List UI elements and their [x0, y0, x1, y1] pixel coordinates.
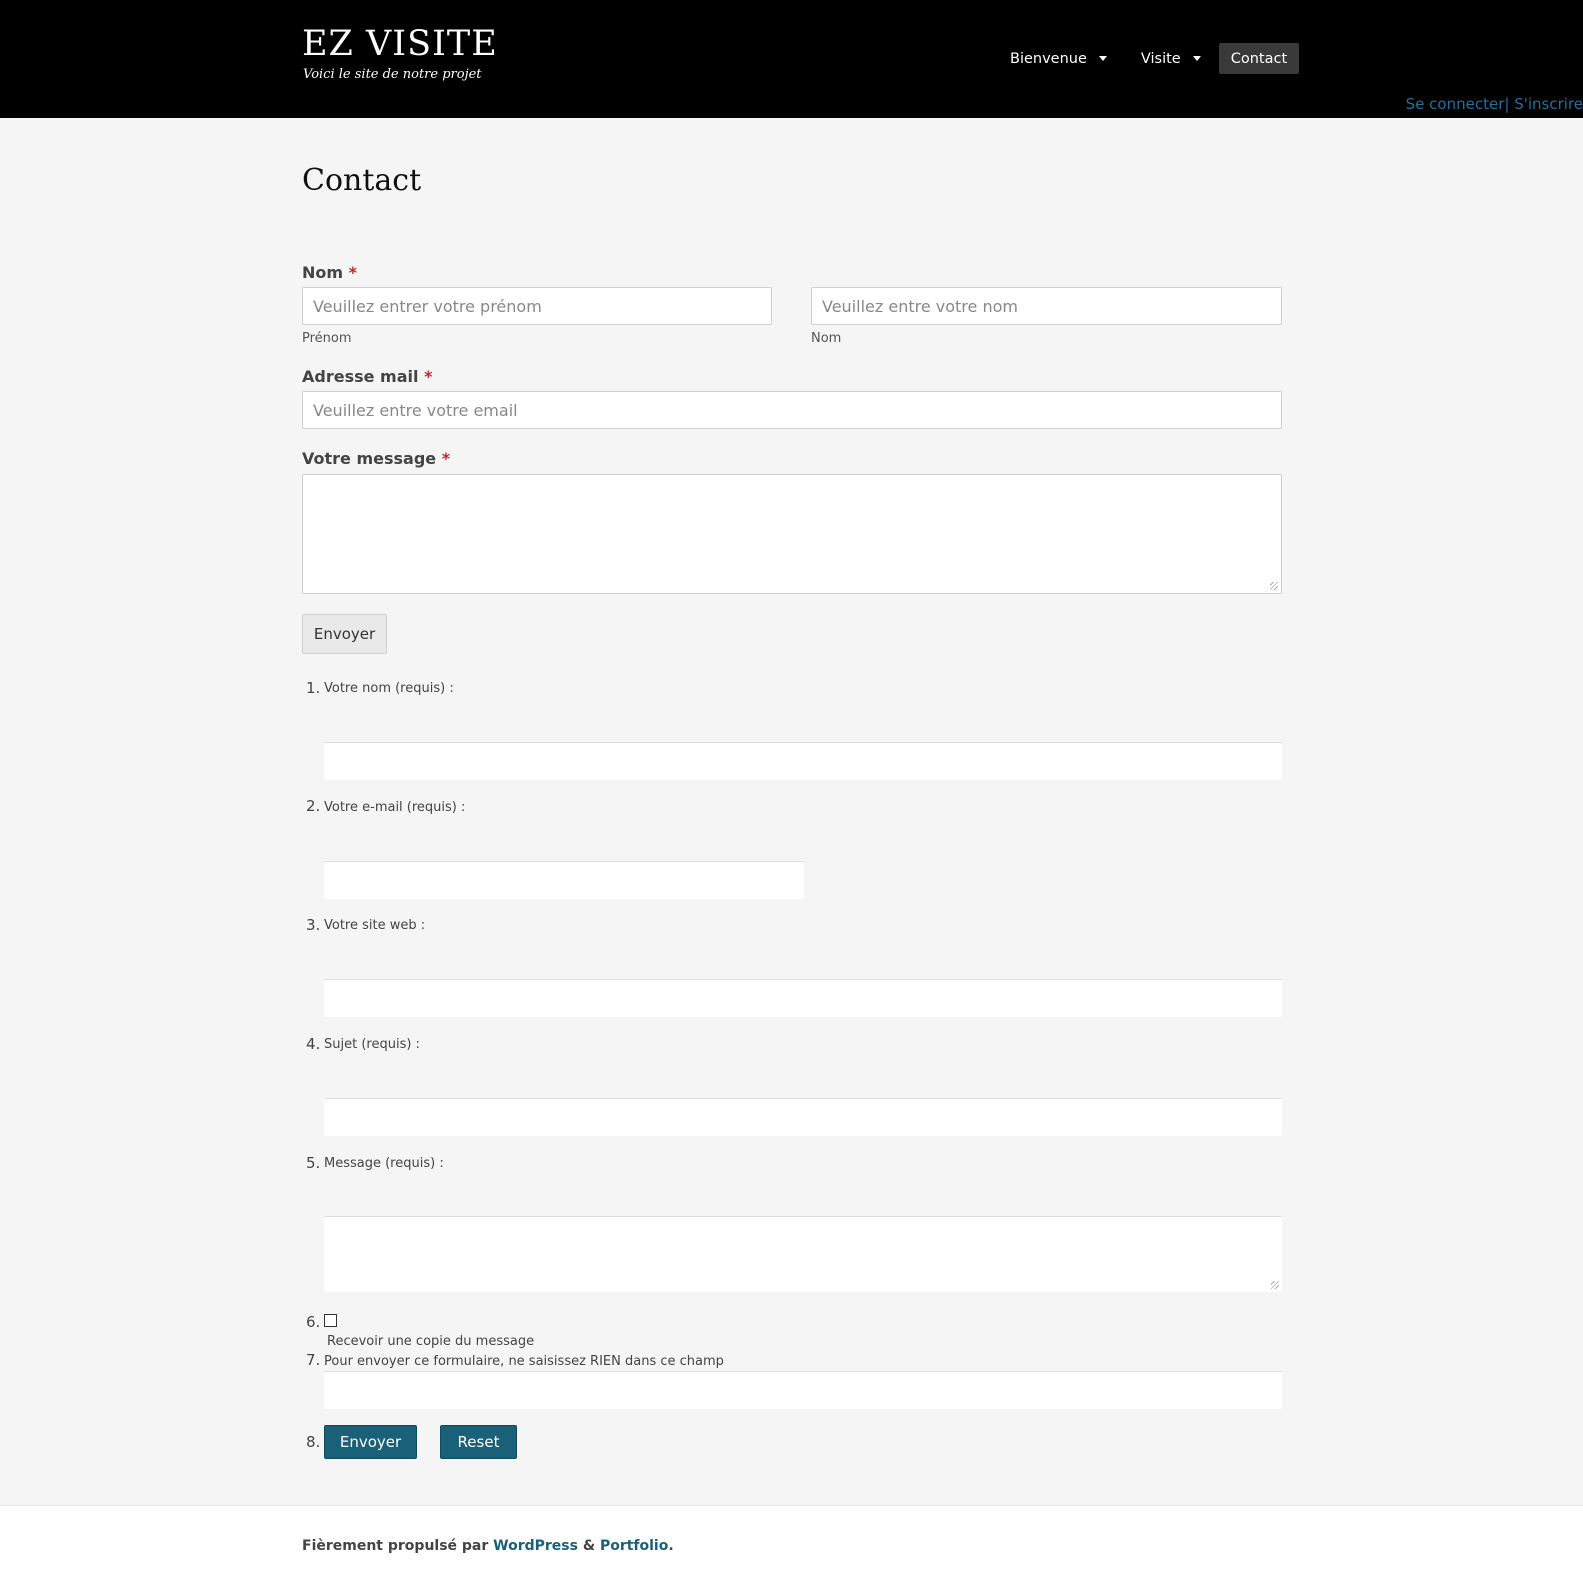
required-mark: *: [441, 449, 451, 468]
register-link[interactable]: S'inscrire: [1514, 95, 1583, 113]
copy-checkbox-label: Recevoir une copie du message: [327, 1334, 535, 1349]
required-mark: *: [348, 263, 358, 282]
send-button[interactable]: Envoyer: [324, 1425, 417, 1459]
site-footer: Fièrement propulsé par WordPress & Portf…: [0, 1505, 1583, 1586]
page-title: Contact: [302, 163, 422, 198]
name-label-text: Nom: [302, 263, 344, 282]
message-label-text: Votre message: [302, 449, 437, 468]
email-field-label: Votre e-mail (requis) :: [324, 800, 466, 815]
footer-amp: &: [577, 1538, 600, 1554]
first-name-sublabel: Prénom: [302, 331, 352, 346]
nav-label: Bienvenue: [1010, 50, 1087, 67]
wordpress-link[interactable]: WordPress: [493, 1538, 578, 1554]
message-field-label: Message (requis) :: [324, 1156, 444, 1171]
honeypot-input[interactable]: [324, 1371, 1282, 1409]
nav-item-visite[interactable]: Visite: [1129, 43, 1213, 74]
name-input[interactable]: [324, 742, 1282, 780]
message-textarea[interactable]: [302, 474, 1282, 594]
message-label: Votre message *: [302, 449, 450, 468]
item-number: 8.: [306, 1433, 321, 1451]
required-mark: *: [424, 367, 433, 386]
last-name-sublabel: Nom: [811, 331, 842, 346]
website-input[interactable]: [324, 979, 1282, 1017]
honeypot-label: Pour envoyer ce formulaire, ne saisissez…: [324, 1354, 724, 1369]
portfolio-link[interactable]: Portfolio: [600, 1538, 668, 1554]
chevron-down-icon: [1192, 56, 1201, 61]
link-separator: |: [1504, 95, 1515, 113]
login-link[interactable]: Se connecter: [1406, 95, 1505, 113]
account-links: Se connecter| S'inscrire: [1406, 95, 1583, 113]
footer-prefix: Fièrement propulsé par: [302, 1538, 494, 1554]
item-number: 1.: [306, 679, 321, 697]
copy-checkbox[interactable]: [324, 1314, 337, 1327]
site-tagline: Voici le site de notre projet: [303, 67, 482, 82]
item-number: 6.: [306, 1313, 321, 1331]
nav-label: Contact: [1230, 50, 1288, 67]
main-nav: Bienvenue Visite Contact: [998, 43, 1300, 74]
email-field[interactable]: [324, 861, 804, 899]
site-title[interactable]: EZ VISITE: [302, 24, 498, 64]
nav-label: Visite: [1140, 50, 1181, 67]
nav-item-bienvenue[interactable]: Bienvenue: [998, 43, 1119, 74]
subject-field-label: Sujet (requis) :: [324, 1037, 420, 1052]
footer-suffix: .: [668, 1538, 674, 1554]
email-placeholder: Veuillez entre votre email: [313, 400, 518, 420]
last-name-input[interactable]: Veuillez entre votre nom: [811, 287, 1282, 325]
email-label: Adresse mail *: [302, 367, 432, 386]
item-number: 3.: [306, 916, 321, 934]
message-field[interactable]: [324, 1216, 1282, 1292]
footer-credit: Fièrement propulsé par WordPress & Portf…: [302, 1538, 674, 1554]
item-number: 7.: [306, 1351, 321, 1369]
email-input[interactable]: Veuillez entre votre email: [302, 391, 1282, 429]
chevron-down-icon: [1098, 56, 1107, 61]
item-number: 5.: [306, 1154, 321, 1172]
first-name-placeholder: Veuillez entrer votre prénom: [313, 296, 542, 316]
submit-button[interactable]: Envoyer: [302, 614, 387, 654]
website-field-label: Votre site web :: [324, 918, 426, 933]
item-number: 2.: [306, 797, 321, 815]
reset-button[interactable]: Reset: [440, 1425, 517, 1459]
first-name-input[interactable]: Veuillez entrer votre prénom: [302, 287, 772, 325]
email-label-text: Adresse mail: [302, 367, 419, 386]
resize-handle-icon[interactable]: [1271, 1281, 1279, 1289]
resize-handle-icon[interactable]: [1270, 582, 1278, 590]
name-label: Nom *: [302, 263, 357, 282]
last-name-placeholder: Veuillez entre votre nom: [822, 296, 1018, 316]
nav-item-contact[interactable]: Contact: [1218, 43, 1300, 74]
site-header: EZ VISITE Voici le site de notre projet …: [0, 0, 1583, 118]
name-field-label: Votre nom (requis) :: [324, 681, 454, 696]
subject-input[interactable]: [324, 1098, 1282, 1136]
item-number: 4.: [306, 1035, 321, 1053]
